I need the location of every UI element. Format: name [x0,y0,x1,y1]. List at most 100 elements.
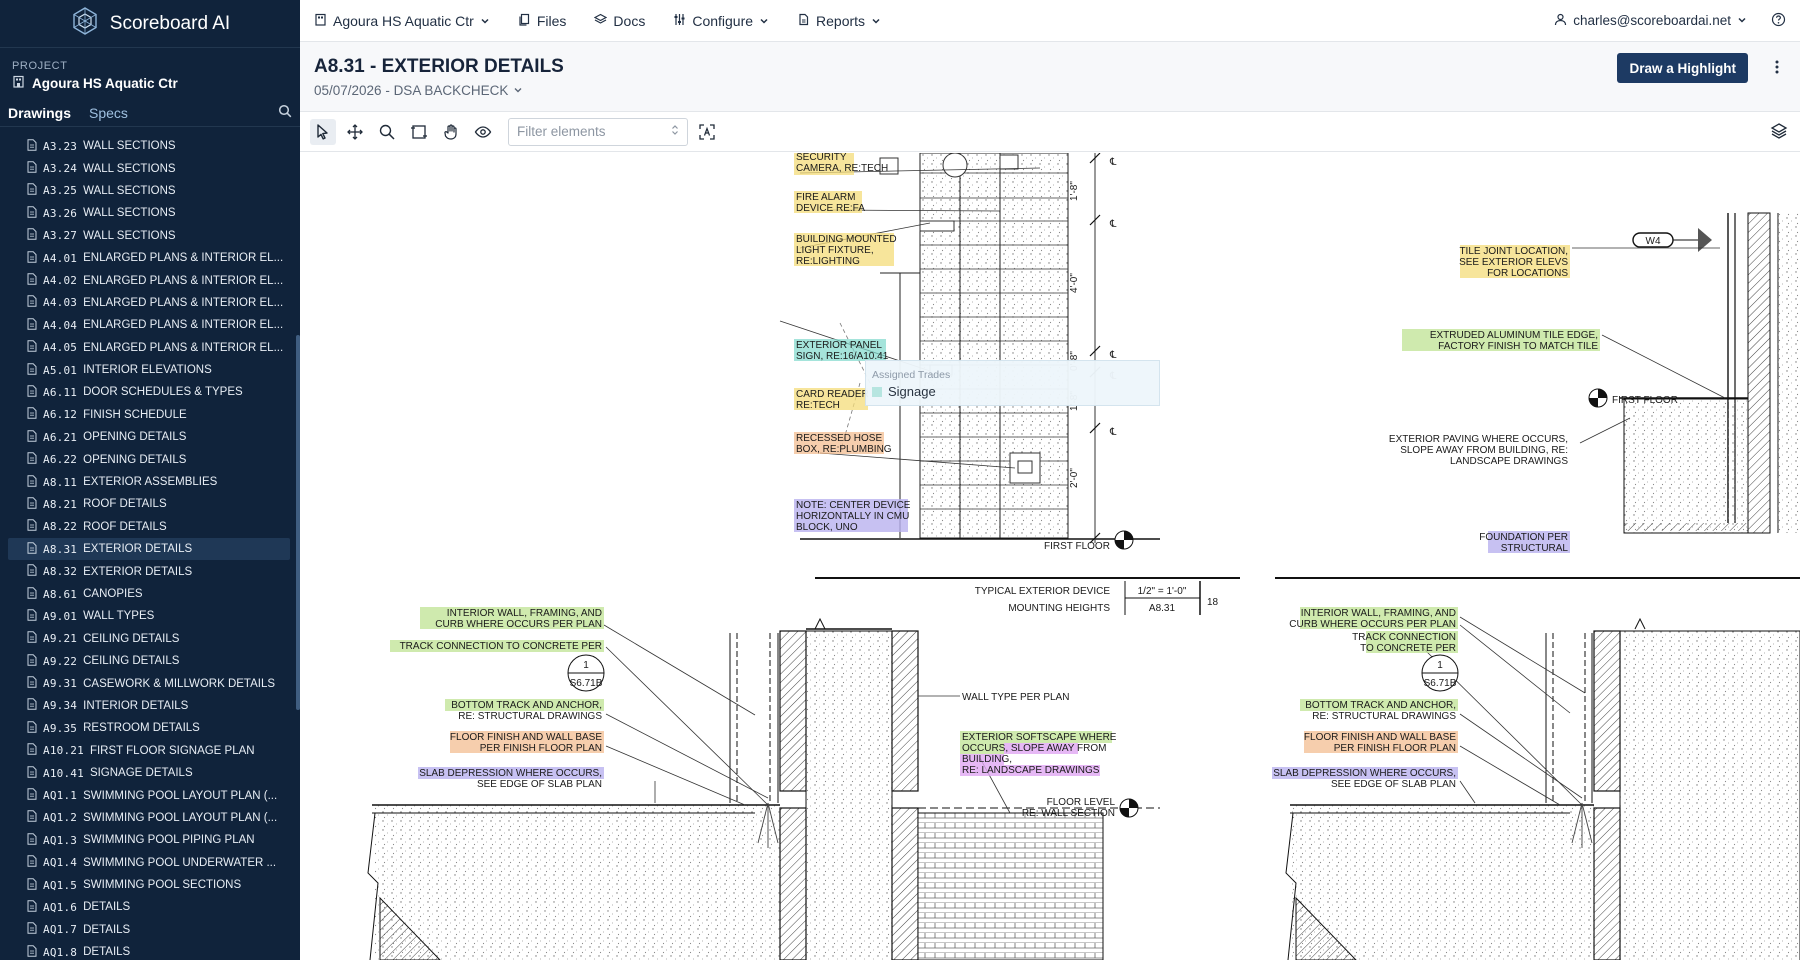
sheet-number: AQ1.1 [43,789,78,803]
sheet-title: SWIMMING POOL SECTIONS [83,879,242,892]
help-icon[interactable] [1771,12,1786,30]
chevron-down-icon [480,13,490,29]
sheet-item[interactable]: A3.24 WALL SECTIONS [8,157,290,179]
callout-softscape-1: EXTERIOR SOFTSCAPE WHERE [962,732,1117,743]
sheet-item[interactable]: A6.11 DOOR SCHEDULES & TYPES [8,381,290,403]
sheet-item[interactable]: A4.05 ENLARGED PLANS & INTERIOR EL... [8,337,290,359]
nav-docs[interactable]: Docs [594,13,645,29]
document-icon [27,922,37,937]
draw-highlight-button[interactable]: Draw a Highlight [1617,53,1748,83]
sheet-number: A8.11 [43,475,78,489]
sheet-number: A8.22 [43,520,78,534]
sheet-item[interactable]: A8.31 EXTERIOR DETAILS [8,538,290,561]
sheet-item[interactable]: AQ1.8 DETAILS [8,941,290,960]
sheet-number: A8.61 [43,587,78,601]
sheet-item[interactable]: AQ1.7 DETAILS [8,919,290,941]
dim-2: 4'-0" [1069,273,1080,293]
sheet-item[interactable]: A9.35 RESTROOM DETAILS [8,717,290,739]
nav-configure[interactable]: Configure [673,13,769,29]
move-icon[interactable] [342,119,368,145]
sheet-number: A9.21 [43,632,78,646]
sheet-item[interactable]: A10.21 FIRST FLOOR SIGNAGE PLAN [8,740,290,762]
sheet-item[interactable]: A3.27 WALL SECTIONS [8,225,290,247]
revision-select[interactable]: 05/07/2026 - DSA BACKCHECK [314,83,523,98]
sheet-item[interactable]: A6.22 OPENING DETAILS [8,448,290,470]
sheet-item[interactable]: A8.11 EXTERIOR ASSEMBLIES [8,471,290,493]
sheet-title: CANOPIES [83,588,143,600]
dim-5: 2'-0" [1069,468,1080,488]
sheet-item[interactable]: A9.21 CEILING DETAILS [8,628,290,650]
sheet-item[interactable]: A5.01 INTERIOR ELEVATIONS [8,359,290,381]
filter-elements-input[interactable] [517,124,657,139]
drawing-canvas[interactable]: ℄ ℄ ℄ ℄ ℄ 1'-8" 4'-0" 0'-8" 1'-8" 2'-0" … [300,153,1800,960]
sheet-item[interactable]: A4.04 ENLARGED PLANS & INTERIOR EL... [8,314,290,336]
pan-hand-icon[interactable] [438,119,464,145]
sheet-item[interactable]: A8.21 ROOF DETAILS [8,493,290,515]
sheet-title: DETAILS [83,923,131,936]
sheet-item[interactable]: AQ1.3 SWIMMING POOL PIPING PLAN [8,829,290,851]
fit-region-icon[interactable] [406,119,432,145]
zoom-icon[interactable] [374,119,400,145]
sheet-item[interactable]: A4.01 ENLARGED PLANS & INTERIOR EL... [8,247,290,269]
report-icon [797,13,810,29]
search-icon[interactable] [278,104,292,123]
callout-bottom-track-right-2: RE: STRUCTURAL DRAWINGS [1312,711,1456,722]
sheet-number: A4.05 [43,341,78,355]
document-icon [27,519,37,534]
sheet-item[interactable]: A6.12 FINISH SCHEDULE [8,404,290,426]
sheet-item[interactable]: AQ1.4 SWIMMING POOL UNDERWATER ... [8,852,290,874]
sheet-item[interactable]: A4.02 ENLARGED PLANS & INTERIOR EL... [8,269,290,291]
sheet-item[interactable]: A6.21 OPENING DETAILS [8,426,290,448]
sheet-item[interactable]: A8.32 EXTERIOR DETAILS [8,560,290,582]
sheet-number: A4.03 [43,296,78,310]
callout-interior-wall-2: CURB WHERE OCCURS PER PLAN [435,619,602,630]
sheet-item[interactable]: A3.26 WALL SECTIONS [8,202,290,224]
sheet-item[interactable]: AQ1.2 SWIMMING POOL LAYOUT PLAN (... [8,807,290,829]
sheet-item[interactable]: A9.31 CASEWORK & MILLWORK DETAILS [8,672,290,694]
nav-files[interactable]: Files [518,13,566,29]
user-menu[interactable]: charles@scoreboardai.net [1554,12,1786,30]
sheet-title: SWIMMING POOL LAYOUT PLAN (... [83,789,278,802]
text-recognition-icon[interactable] [694,119,720,145]
sheet-number: A9.22 [43,654,78,668]
document-icon [27,542,37,557]
nav-project-select[interactable]: Agoura HS Aquatic Ctr [314,13,490,29]
page-title: A8.31 - EXTERIOR DETAILS [314,56,564,77]
document-icon [27,295,37,310]
sheet-item[interactable]: A4.03 ENLARGED PLANS & INTERIOR EL... [8,292,290,314]
more-vertical-icon[interactable] [1774,59,1780,80]
user-icon [1554,13,1567,29]
sheet-item[interactable]: A3.25 WALL SECTIONS [8,180,290,202]
sheet-item[interactable]: A9.22 CEILING DETAILS [8,650,290,672]
sheet-item[interactable]: A10.41 SIGNAGE DETAILS [8,762,290,784]
sheet-item[interactable]: A9.34 INTERIOR DETAILS [8,695,290,717]
filter-elements-select[interactable] [508,117,688,146]
sheet-item[interactable]: A8.61 CANOPIES [8,583,290,605]
callout-tile-joint-3: FOR LOCATIONS [1487,268,1568,279]
sheet-item[interactable]: AQ1.6 DETAILS [8,896,290,918]
document-icon [27,340,37,355]
building-icon [314,13,327,29]
drawing-sheet[interactable]: ℄ ℄ ℄ ℄ ℄ 1'-8" 4'-0" 0'-8" 1'-8" 2'-0" … [300,153,1800,960]
sheet-item[interactable]: A8.22 ROOF DETAILS [8,516,290,538]
sheet-title: OPENING DETAILS [83,431,187,444]
tab-drawings[interactable]: Drawings [8,105,71,121]
sheet-item[interactable]: A9.01 WALL TYPES [8,605,290,627]
document-icon [27,452,37,467]
sheet-number: A3.27 [43,229,78,243]
tab-specs[interactable]: Specs [89,105,128,121]
layers-icon[interactable] [1770,122,1788,145]
document-icon [27,586,37,602]
callout-track-right-2: TO CONCRETE PER [1360,643,1456,654]
brand[interactable]: Scoreboard AI [0,0,300,48]
callout-slab-1: SLAB DEPRESSION WHERE OCCURS, [419,768,602,779]
nav-reports-label: Reports [816,12,866,29]
sheet-item[interactable]: AQ1.1 SWIMMING POOL LAYOUT PLAN (... [8,784,290,806]
select-arrow-icon[interactable] [310,118,336,145]
nav-reports[interactable]: Reports [797,13,881,29]
sheet-item[interactable]: AQ1.5 SWIMMING POOL SECTIONS [8,874,290,896]
sheet-item[interactable]: A3.23 WALL SECTIONS [8,135,290,157]
project-name[interactable]: Agoura HS Aquatic Ctr [12,75,288,91]
document-icon [27,385,37,400]
eye-icon[interactable] [470,119,496,145]
